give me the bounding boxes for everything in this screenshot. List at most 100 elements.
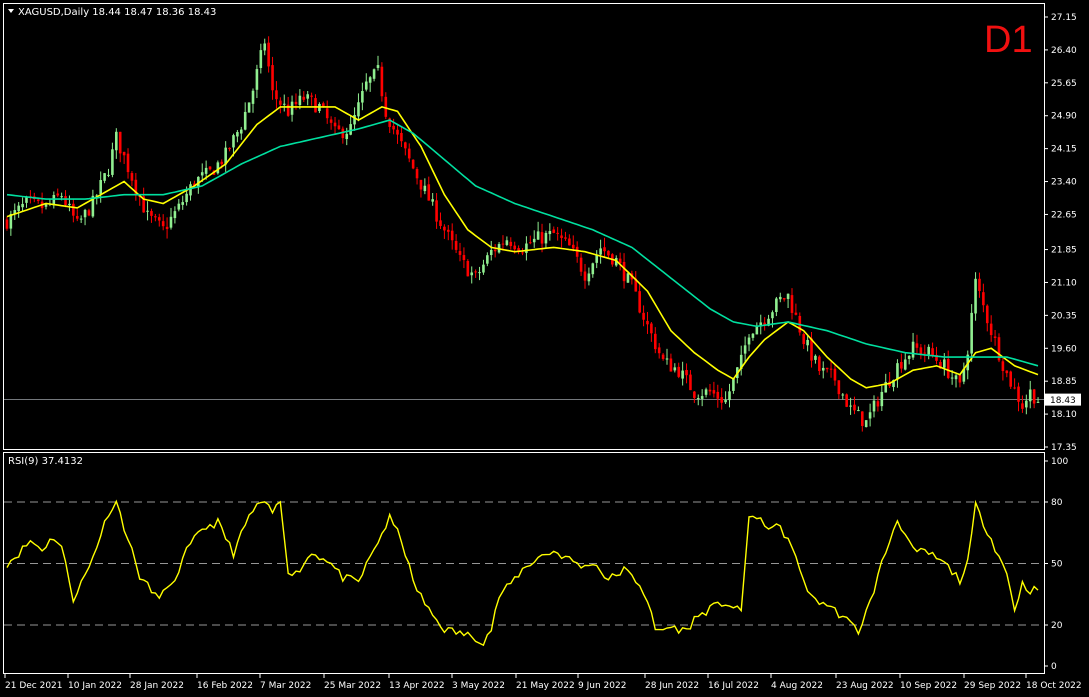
candle [677,362,681,379]
candle [329,116,333,130]
candle [466,259,470,277]
candle [1021,395,1024,413]
candle [673,363,677,373]
candle [903,353,907,371]
candle [251,88,255,113]
candle [552,226,556,234]
price-tick-label: 23.40 [1051,178,1077,188]
chevron-down-icon[interactable] [8,9,14,13]
candle [517,245,520,255]
candle [638,283,641,314]
candle [263,38,267,56]
candle [693,390,696,403]
candle [532,230,536,248]
candle [505,236,509,247]
candle [314,94,317,113]
rsi-tick-label: 20 [1051,621,1063,631]
rsi-tick-label: 100 [1051,457,1068,467]
time-tick-label: 3 May 2022 [452,681,505,691]
chart[interactable]: 27.15 26.40 25.65 24.90 24.15 23.40 22.65 21.85… [0,0,1089,697]
candle [739,345,743,376]
candle [571,235,575,252]
candle [345,127,349,146]
candle [482,259,485,275]
candle [267,36,270,73]
time-tick-label: 29 Sep 2022 [964,681,1021,691]
candle [189,181,192,201]
candle [306,90,309,106]
price-tick-label: 19.60 [1051,344,1077,354]
rsi-line [6,499,1039,647]
candle [974,272,977,321]
candle [302,91,306,103]
candle [759,314,763,335]
candle [786,293,790,309]
time-tick-label: 7 Mar 2022 [260,681,311,691]
candle [646,311,649,334]
candle [118,131,122,163]
candle [501,235,505,251]
candle [716,384,720,408]
candle [763,317,766,331]
candle [357,93,360,122]
candle [478,266,481,281]
candle [169,207,173,230]
price-tick-label: 24.90 [1051,112,1077,122]
candle [177,199,181,212]
candle [794,303,798,316]
candle [876,396,880,412]
candle [911,332,915,360]
candle [833,365,837,386]
candle [181,195,185,210]
candle [443,224,446,239]
price-tick-label: 17.35 [1051,443,1077,453]
candle [279,97,282,114]
candle [154,213,157,222]
candle [349,115,352,136]
candle [52,191,56,209]
candle [978,272,981,298]
symbol-header[interactable]: XAGUSD,Daily 18.44 18.47 18.36 18.43 [8,7,216,18]
time-tick-label: 10 Sep 2022 [900,681,957,691]
candle [872,395,876,418]
candle [888,372,891,389]
time-tick-label: 25 Mar 2022 [324,681,381,691]
candle [173,206,177,224]
price-tick-label: 25.65 [1051,79,1077,89]
candle [427,176,431,201]
candle [864,420,868,428]
price-tick-label: 24.15 [1051,145,1077,155]
candle [724,391,727,404]
candle [40,192,44,214]
time-tick-label: 10 Jan 2022 [68,681,122,691]
candle [486,252,489,267]
candle [650,321,653,342]
candle [814,354,817,364]
rsi-level-lines: 100 80 50 20 0 [4,457,1068,672]
candle [271,56,274,100]
candle [857,406,860,412]
time-tick-label: 21 Dec 2021 [5,681,63,691]
time-tick-label: 21 May 2022 [516,681,575,691]
candle [150,208,153,223]
candle [587,267,591,286]
candle [564,231,567,241]
candle [255,64,259,99]
candle [111,142,114,178]
time-tick-label: 28 Jun 2022 [645,681,699,691]
candle [923,344,927,363]
rsi-tick-label: 80 [1051,498,1063,508]
candle [704,387,708,398]
price-tick-label: 18.85 [1051,377,1077,387]
candle [197,176,200,194]
candle [91,189,95,218]
rsi-tick-label: 0 [1051,662,1057,672]
current-price-label: 18.43 [1050,396,1076,406]
candle [529,235,532,245]
price-tick-label: 20.35 [1051,311,1077,321]
candle [161,214,165,231]
price-tick-label: 21.10 [1051,278,1077,288]
candle [525,236,528,261]
candle [818,355,821,375]
candle [87,208,91,217]
